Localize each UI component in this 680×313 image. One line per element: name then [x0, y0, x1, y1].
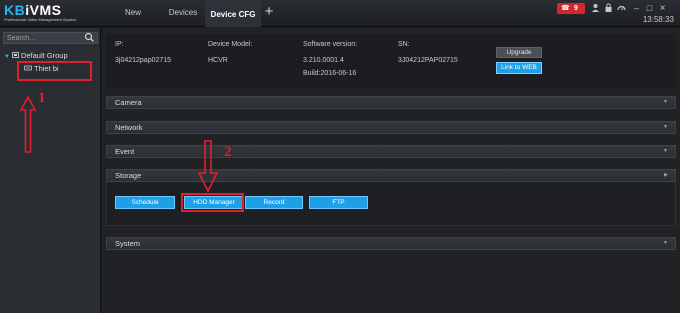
device-search-box[interactable] [3, 32, 98, 44]
app-logo-subtitle: Professional Video Management System [4, 17, 77, 22]
group-icon [12, 52, 19, 58]
device-info-panel: IP: 3j04212pap02715 Device Model: HCVR S… [106, 34, 676, 88]
collapse-arrow-icon: ▼ [663, 148, 668, 154]
model-value: HCVR [208, 57, 228, 64]
device-search-input[interactable] [7, 33, 83, 43]
section-network[interactable]: Network ▼ [106, 121, 676, 134]
search-icon[interactable] [84, 32, 95, 43]
tab-devices[interactable]: Devices [165, 0, 201, 27]
upgrade-button[interactable]: Upgrade [496, 47, 542, 58]
performance-gauge-icon[interactable] [616, 3, 627, 14]
annotation-step-1: 1 [38, 90, 46, 106]
device-config-main: IP: 3j04212pap02715 Device Model: HCVR S… [102, 28, 680, 313]
section-system[interactable]: System ▼ [106, 237, 676, 250]
section-camera[interactable]: Camera ▼ [106, 96, 676, 109]
section-event[interactable]: Event ▼ [106, 145, 676, 158]
device-tree-panel: ▼Default Group Thiet bi 1 [0, 28, 101, 313]
alarm-count: 9 [574, 5, 578, 12]
sn-label: SN: [398, 41, 410, 48]
top-bar: KBiVMS Professional Video Management Sys… [0, 0, 680, 27]
add-tab-button[interactable]: + [262, 4, 276, 20]
section-camera-title: Camera [115, 98, 142, 107]
annotation-arrow-up [20, 96, 36, 153]
sn-value: 3J04212PAP02715 [398, 57, 458, 64]
annotation-box-hdd-manager [181, 193, 244, 212]
section-system-title: System [115, 239, 141, 248]
link-to-web-button[interactable]: Link to WEB [496, 62, 542, 74]
ip-label: IP: [115, 41, 124, 48]
minimize-icon[interactable]: – [631, 3, 642, 14]
expanded-arrow-icon: ▶ [664, 172, 668, 178]
collapse-arrow-icon: ▼ [663, 240, 668, 246]
software-version-label: Software version: [303, 41, 358, 48]
section-storage[interactable]: Storage ▶ [106, 169, 676, 182]
collapse-arrow-icon: ▼ [663, 99, 668, 105]
collapse-arrow-icon: ▼ [663, 124, 668, 130]
close-icon[interactable]: × [657, 3, 668, 14]
build-date-value: Build:2016-06-16 [303, 70, 357, 77]
maximize-icon[interactable]: □ [644, 3, 655, 14]
lock-icon[interactable] [603, 3, 614, 14]
annotation-arrow-down [198, 140, 218, 192]
user-icon[interactable] [590, 3, 601, 14]
model-label: Device Model: [208, 41, 253, 48]
section-event-title: Event [115, 147, 135, 156]
tab-device-cfg[interactable]: Device CFG [205, 0, 261, 27]
system-clock: 13:58:33 [642, 15, 674, 24]
ip-value: 3j04212pap02715 [115, 57, 172, 64]
section-network-title: Network [115, 123, 143, 132]
alarm-bell-icon: ☎ [561, 5, 570, 12]
schedule-button[interactable]: Schedule [115, 196, 175, 209]
expand-triangle-icon[interactable]: ▼ [4, 54, 10, 60]
software-version-value: 3.210.0001.4 [303, 57, 344, 64]
app-logo: KBiVMS Professional Video Management Sys… [4, 2, 77, 22]
tree-group-default[interactable]: ▼ Default Group [4, 51, 68, 61]
annotation-step-2: 2 [224, 144, 232, 160]
group-label: Default Group [20, 51, 68, 60]
record-button[interactable]: Record [245, 196, 303, 209]
section-storage-title: Storage [115, 171, 142, 180]
alarm-badge[interactable]: ☎ 9 [557, 3, 585, 14]
tab-new[interactable]: New [118, 0, 148, 27]
annotation-box-device [17, 61, 92, 81]
ftp-button[interactable]: FTP [309, 196, 368, 209]
